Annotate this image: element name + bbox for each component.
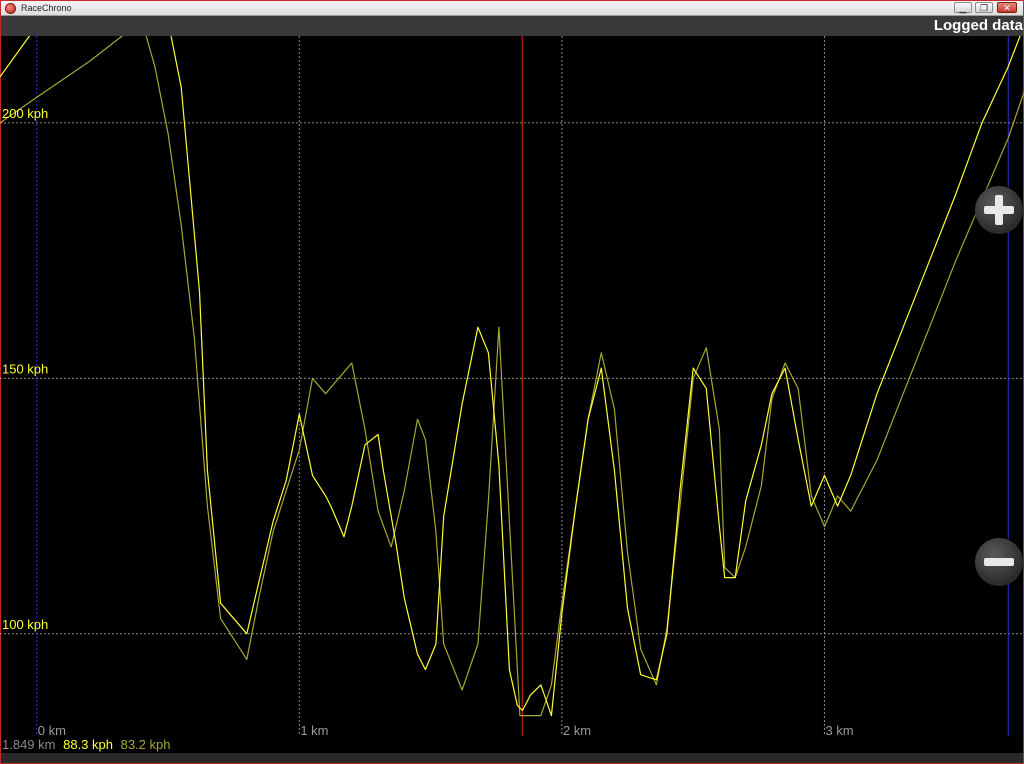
footer-bar xyxy=(1,753,1023,763)
distance-readout: 1.849 km xyxy=(2,737,56,752)
zoom-out-button[interactable] xyxy=(975,538,1023,586)
plus-icon-vertical xyxy=(995,195,1003,225)
tick-label-layer: 100 kph 150 kph 200 kph 0 km 1 km 2 km 3 km xyxy=(2,106,854,738)
marker-layer xyxy=(36,36,1009,736)
minimize-button[interactable]: ▁ xyxy=(954,2,972,13)
x-tick-label: 2 km xyxy=(563,723,591,738)
cursor-readout: 1.849 km 88.3 kph 83.2 kph xyxy=(2,738,174,752)
series-layer xyxy=(0,36,1024,717)
restore-button[interactable]: ❐ xyxy=(975,2,993,13)
title-bar[interactable]: RaceChrono ▁ ❐ ✕ xyxy=(1,1,1023,16)
speed-compare-readout: 83.2 kph xyxy=(120,737,171,752)
speed-chart[interactable]: 100 kph 150 kph 200 kph 0 km 1 km 2 km 3 km xyxy=(0,36,1024,753)
screen-title: Logged data xyxy=(933,17,1023,34)
speed-trace-current xyxy=(0,36,1021,717)
close-button[interactable]: ✕ xyxy=(997,2,1017,13)
y-tick-label: 100 kph xyxy=(2,617,48,632)
y-tick-label: 150 kph xyxy=(2,361,48,376)
grid-layer xyxy=(0,36,1024,736)
x-tick-label: 0 km xyxy=(38,723,66,738)
speed-current-readout: 88.3 kph xyxy=(63,737,113,752)
header-bar: Logged data xyxy=(1,16,1023,36)
y-tick-label: 200 kph xyxy=(2,106,48,121)
app-icon xyxy=(5,3,16,14)
window-title: RaceChrono xyxy=(21,3,72,13)
zoom-in-button[interactable] xyxy=(975,186,1023,234)
x-tick-label: 3 km xyxy=(825,723,853,738)
x-tick-label: 1 km xyxy=(300,723,328,738)
minus-icon xyxy=(984,558,1014,566)
speed-trace-comparison xyxy=(0,36,1024,717)
